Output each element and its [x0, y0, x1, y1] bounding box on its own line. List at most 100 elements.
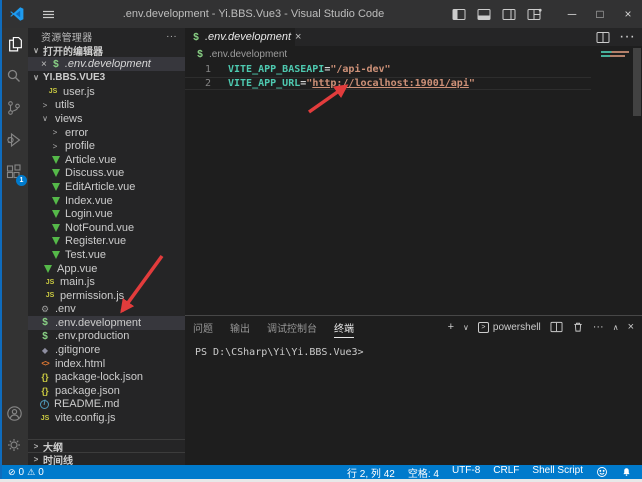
tree-item-readme-md[interactable]: iREADME.md [28, 398, 185, 412]
tree-item-notfound-vue[interactable]: NotFound.vue [28, 221, 185, 235]
vue-icon [52, 197, 60, 205]
maximize-panel-icon[interactable]: ∧ [613, 323, 619, 332]
tree-item-env-production[interactable]: $.env.production [28, 330, 185, 344]
terminal-prompt: PS D:\CSharp\Yi\Yi.BBS.Vue3> [195, 347, 364, 358]
activity-extensions-icon[interactable]: 1 [0, 156, 28, 188]
status-item[interactable]: CRLF [493, 465, 519, 480]
timeline-section[interactable]: > 时间线 [28, 452, 185, 465]
tree-item-user-js[interactable]: JSuser.js [28, 85, 185, 99]
code-line-1[interactable]: 1VITE_APP_BASEAPI="/api-dev" [185, 63, 642, 77]
status-item[interactable]: 行 2, 列 42 [347, 465, 395, 480]
tree-item-index-vue[interactable]: Index.vue [28, 194, 185, 208]
close-button[interactable]: × [614, 0, 642, 28]
new-terminal-icon[interactable]: + [448, 321, 454, 333]
status-item[interactable]: Shell Script [532, 465, 583, 480]
explorer-more-actions-icon[interactable]: ··· [166, 31, 177, 42]
split-editor-icon[interactable] [596, 31, 610, 44]
account-icon[interactable] [0, 397, 28, 429]
tree-item-label: .env.production [55, 330, 129, 342]
activity-search-icon[interactable] [0, 60, 28, 92]
kill-terminal-icon[interactable] [572, 321, 584, 333]
chev-r-icon: > [40, 101, 50, 110]
customize-layout-icon[interactable] [527, 8, 542, 21]
feedback-smiley-icon[interactable] [596, 466, 608, 478]
dollar-icon: $ [40, 317, 50, 328]
tree-item-editarticle-vue[interactable]: EditArticle.vue [28, 180, 185, 194]
terminal-output[interactable]: PS D:\CSharp\Yi\Yi.BBS.Vue3> [185, 338, 642, 358]
tree-item-error[interactable]: >error [28, 126, 185, 140]
activity-source-control-icon[interactable] [0, 92, 28, 124]
tree-item-label: package.json [55, 385, 120, 397]
tree-item-gitignore[interactable]: ◆.gitignore [28, 343, 185, 357]
tree-item-vite-config-js[interactable]: JSvite.config.js [28, 411, 185, 425]
terminal-dropdown-icon[interactable]: ∨ [463, 323, 469, 332]
tree-item-label: .gitignore [55, 344, 100, 356]
tree-item-discuss-vue[interactable]: Discuss.vue [28, 167, 185, 181]
gear-icon: ⚙ [40, 304, 50, 315]
vue-icon [52, 169, 60, 177]
toggle-sidebar-icon[interactable] [452, 8, 466, 21]
warning-icon: ⚠ [27, 467, 35, 478]
js-icon: JS [40, 415, 50, 422]
tree-item-login-vue[interactable]: Login.vue [28, 207, 185, 221]
tree-item-package-lock-json[interactable]: {}package-lock.json [28, 370, 185, 384]
tree-item-main-js[interactable]: JSmain.js [28, 275, 185, 289]
js-icon: JS [45, 279, 55, 286]
toggle-panel-icon[interactable] [477, 8, 491, 21]
tree-item-label: user.js [63, 86, 95, 98]
tree-item-index-html[interactable]: <>index.html [28, 357, 185, 371]
status-item[interactable]: 空格: 4 [408, 465, 439, 480]
tree-item-test-vue[interactable]: Test.vue [28, 248, 185, 262]
terminal-shell-selector[interactable]: > powershell [478, 322, 541, 333]
close-editor-icon[interactable]: × [41, 59, 47, 70]
tree-item-label: permission.js [60, 290, 124, 302]
panel-tab[interactable]: 调试控制台 [267, 317, 317, 338]
tree-item-utils[interactable]: >utils [28, 99, 185, 113]
outline-section[interactable]: > 大纲 [28, 439, 185, 452]
tree-item-label: README.md [54, 398, 119, 410]
title-bar: .env.development - Yi.BBS.Vue3 - Visual … [0, 0, 642, 28]
minimize-button[interactable]: ─ [558, 0, 586, 28]
tree-item-env[interactable]: ⚙.env [28, 303, 185, 317]
settings-gear-icon[interactable] [0, 429, 28, 461]
tree-item-register-vue[interactable]: Register.vue [28, 235, 185, 249]
editor-scrollbar[interactable] [633, 48, 641, 116]
open-editor-item[interactable]: × $ .env.development [28, 57, 185, 71]
tab-close-icon[interactable]: × [295, 31, 301, 43]
panel-tab[interactable]: 问题 [193, 317, 213, 338]
tree-item-article-vue[interactable]: Article.vue [28, 153, 185, 167]
menu-icon[interactable] [42, 8, 55, 21]
chevron-down-icon: ∨ [32, 46, 40, 55]
status-item[interactable]: UTF-8 [452, 465, 480, 480]
window-left-edge [0, 0, 2, 479]
tree-item-env-development[interactable]: $.env.development [28, 316, 185, 330]
tree-item-profile[interactable]: >profile [28, 139, 185, 153]
panel-tab[interactable]: 输出 [230, 317, 250, 338]
code-editor[interactable]: 1VITE_APP_BASEAPI="/api-dev"2VITE_APP_UR… [185, 62, 642, 90]
notifications-bell-icon[interactable] [621, 466, 632, 478]
tree-item-permission-js[interactable]: JSpermission.js [28, 289, 185, 303]
panel-tab[interactable]: 终端 [334, 317, 354, 338]
panel-more-actions-icon[interactable]: ··· [593, 321, 604, 333]
breadcrumb[interactable]: $ .env.development [185, 46, 642, 62]
problems-status[interactable]: ⊘ 0 ⚠ 0 [0, 467, 44, 478]
project-root-section[interactable]: ∨ YI.BBS.VUE3 [28, 71, 185, 84]
activity-explorer-icon[interactable] [0, 28, 28, 60]
close-panel-icon[interactable]: × [628, 321, 634, 333]
vscode-logo-icon [9, 6, 25, 22]
toggle-secondary-sidebar-icon[interactable] [502, 8, 516, 21]
maximize-button[interactable]: □ [586, 0, 614, 28]
activity-run-debug-icon[interactable] [0, 124, 28, 156]
tab-bar: $ .env.development × ··· [185, 28, 642, 46]
tree-item-app-vue[interactable]: App.vue [28, 262, 185, 276]
code-text: VITE_APP_URL="http://localhost:19001/api… [228, 78, 475, 89]
tree-item-views[interactable]: ∨views [28, 112, 185, 126]
tab-env-development[interactable]: $ .env.development × [185, 28, 295, 46]
chev-d-icon: ∨ [40, 114, 50, 123]
minimap[interactable] [601, 51, 629, 59]
tree-item-package-json[interactable]: {}package.json [28, 384, 185, 398]
code-line-2[interactable]: 2VITE_APP_URL="http://localhost:19001/ap… [185, 77, 591, 91]
editor-more-actions-icon[interactable]: ··· [619, 28, 635, 46]
open-editors-section[interactable]: ∨ 打开的编辑器 [28, 44, 185, 57]
split-terminal-icon[interactable] [550, 321, 563, 333]
